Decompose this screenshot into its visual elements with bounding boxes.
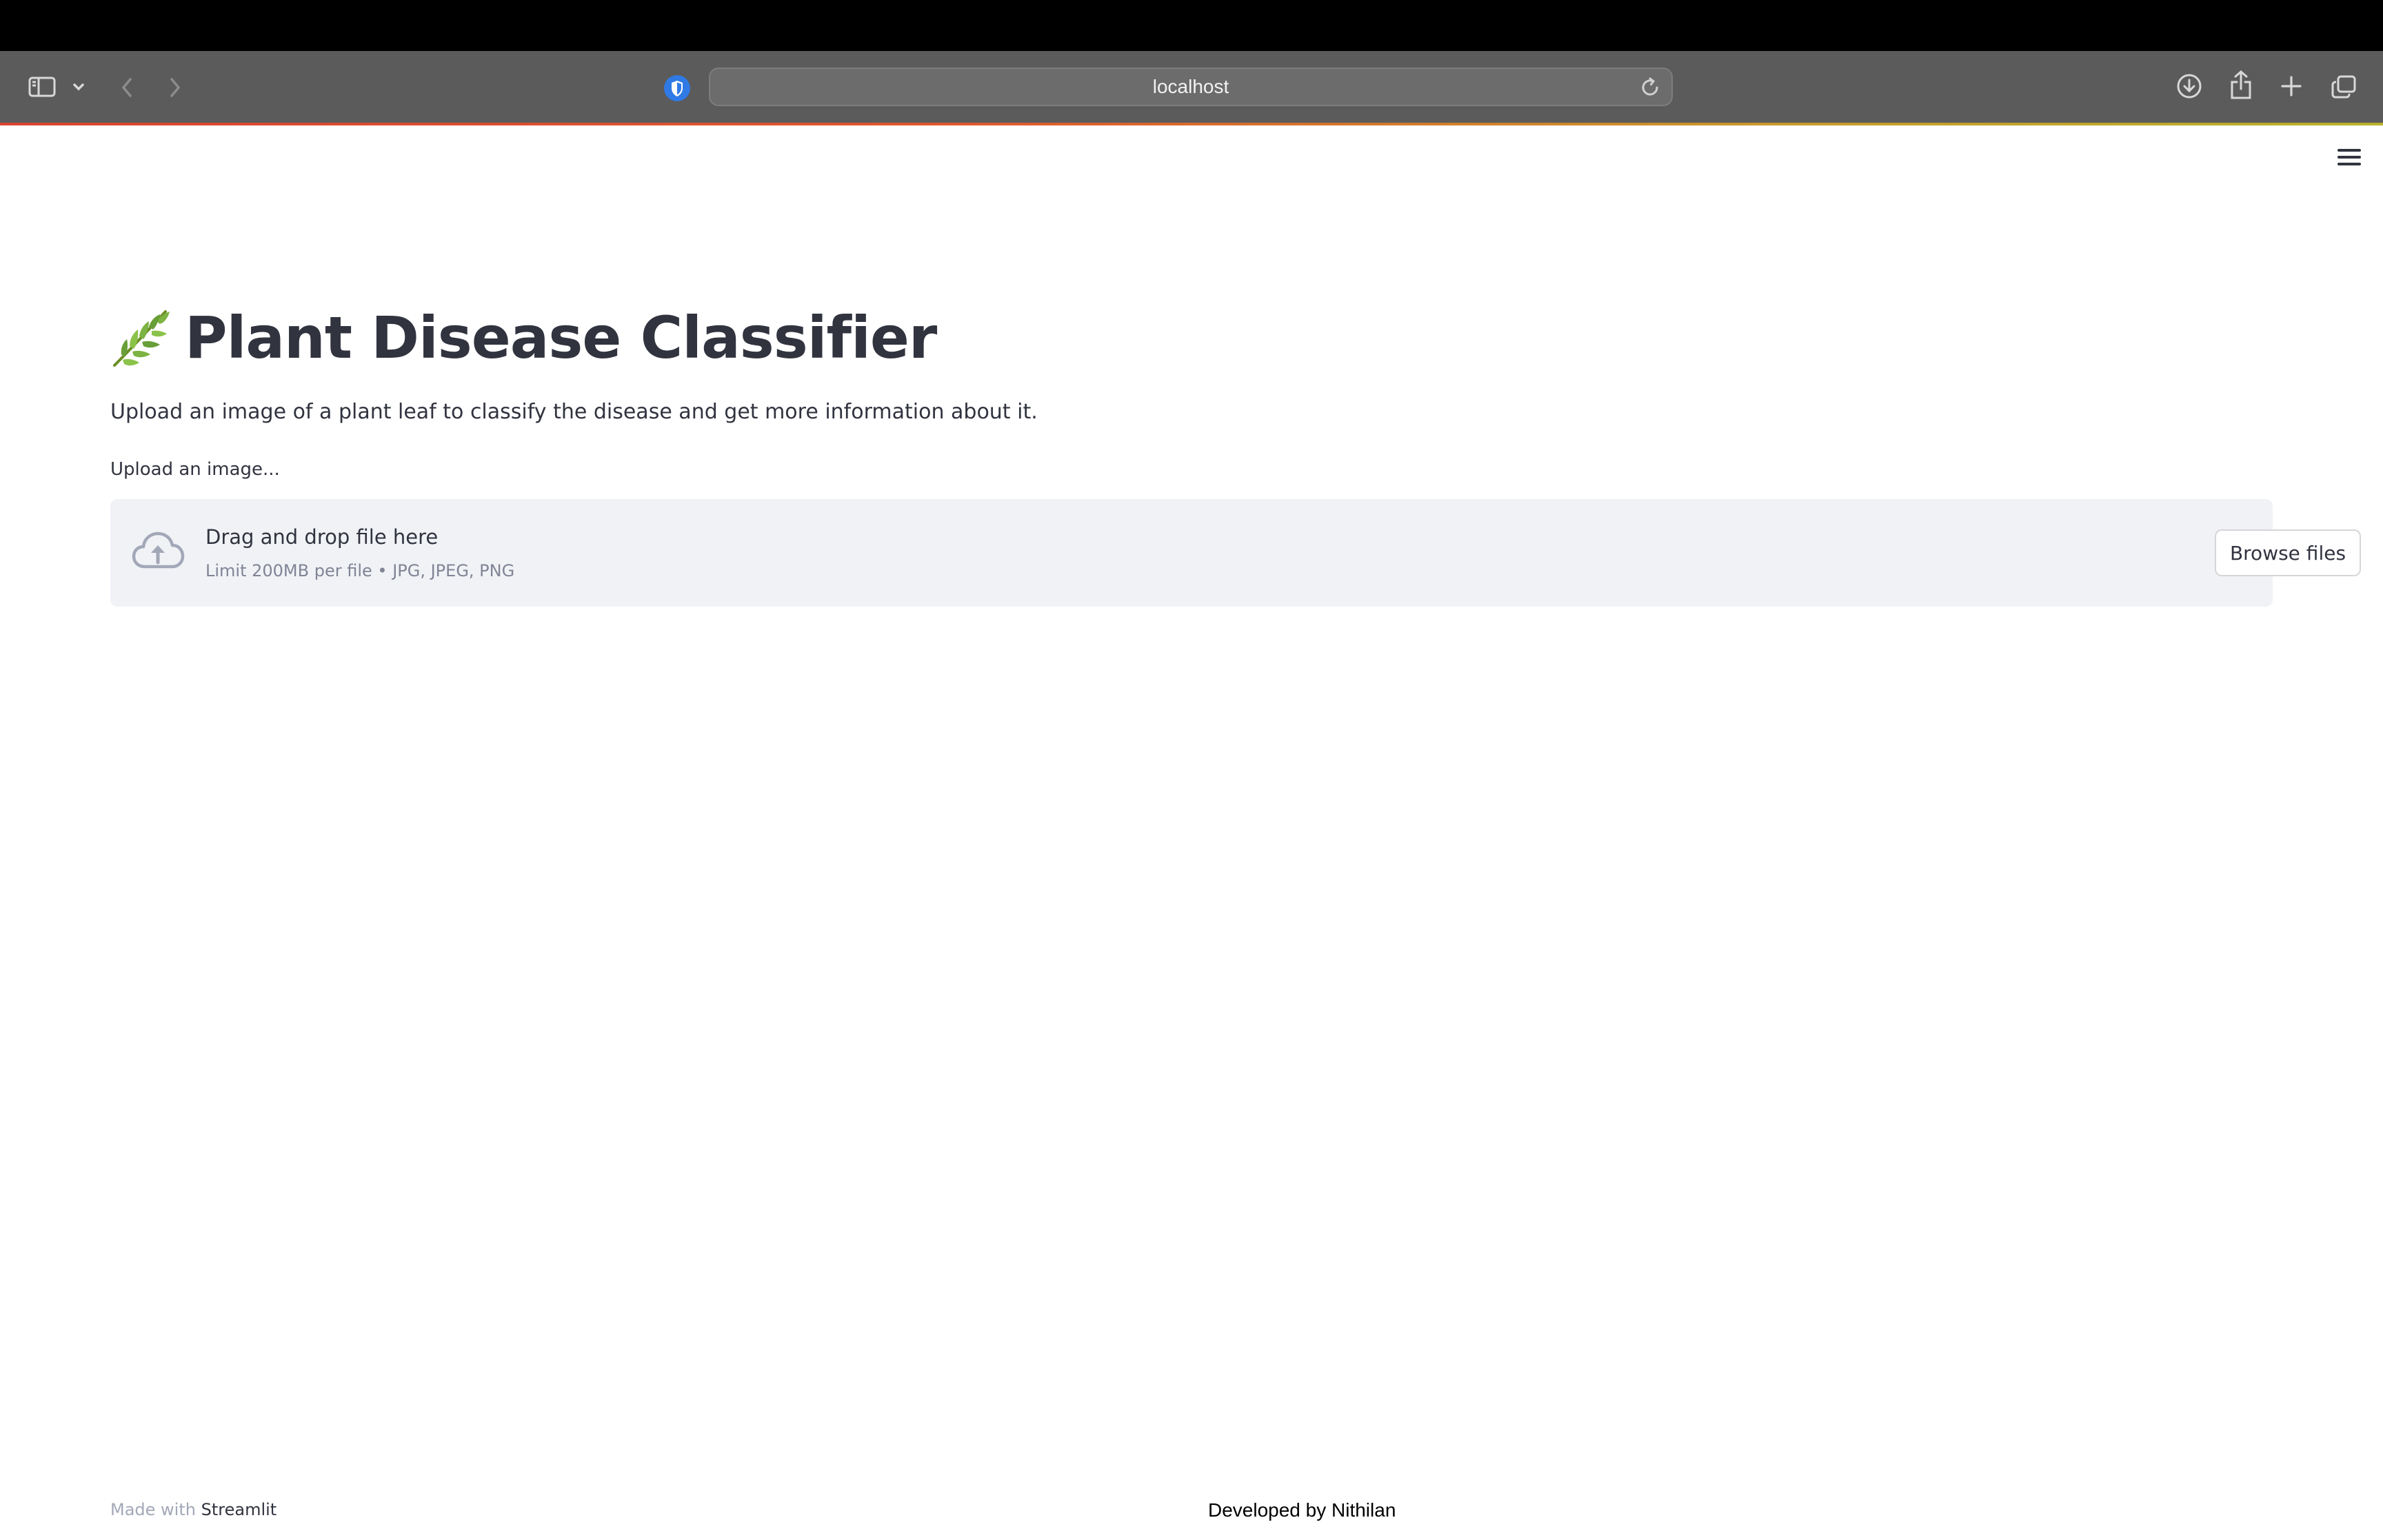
file-dropzone[interactable]: Drag and drop file here Limit 200MB per … — [110, 499, 2361, 607]
sidebar-icon[interactable] — [28, 74, 57, 99]
browser-toolbar: localhost — [0, 51, 2383, 123]
tabs-icon[interactable] — [2329, 73, 2358, 101]
plus-icon[interactable] — [2278, 73, 2304, 99]
made-with-text: Made with — [110, 1500, 196, 1519]
share-icon[interactable] — [2227, 69, 2255, 101]
developer-credit: Developed by Nithilan — [1208, 1499, 1396, 1521]
made-with-streamlit[interactable]: Made with Streamlit — [110, 1500, 276, 1519]
chevron-down-icon[interactable] — [70, 80, 87, 94]
privacy-shield-icon[interactable] — [662, 73, 692, 103]
file-uploader-label: Upload an image... — [110, 459, 280, 480]
herb-leaf-icon — [109, 306, 172, 369]
screen: localhost Plant Disease Classifier Uploa… — [0, 0, 2383, 1540]
reload-icon[interactable] — [1638, 76, 1662, 99]
page-title: Plant Disease Classifier — [109, 296, 937, 379]
dropzone-limit-hint: Limit 200MB per file • JPG, JPEG, PNG — [205, 561, 515, 580]
system-menu-bar — [0, 0, 2383, 51]
cloud-upload-icon — [131, 529, 185, 575]
dropzone-instructions: Drag and drop file here — [205, 525, 439, 549]
address-bar[interactable]: localhost — [709, 68, 1673, 106]
hamburger-menu-icon[interactable] — [2337, 148, 2361, 167]
streamlit-link[interactable]: Streamlit — [201, 1500, 277, 1519]
chevron-right-icon[interactable] — [165, 76, 185, 99]
page-title-text: Plant Disease Classifier — [185, 304, 937, 372]
chevron-left-icon[interactable] — [117, 76, 137, 99]
address-text: localhost — [1152, 76, 1229, 97]
browse-files-button[interactable]: Browse files — [2215, 529, 2361, 576]
page-description: Upload an image of a plant leaf to class… — [110, 400, 1038, 424]
page-load-progress — [0, 123, 2383, 125]
download-icon[interactable] — [2175, 72, 2204, 101]
